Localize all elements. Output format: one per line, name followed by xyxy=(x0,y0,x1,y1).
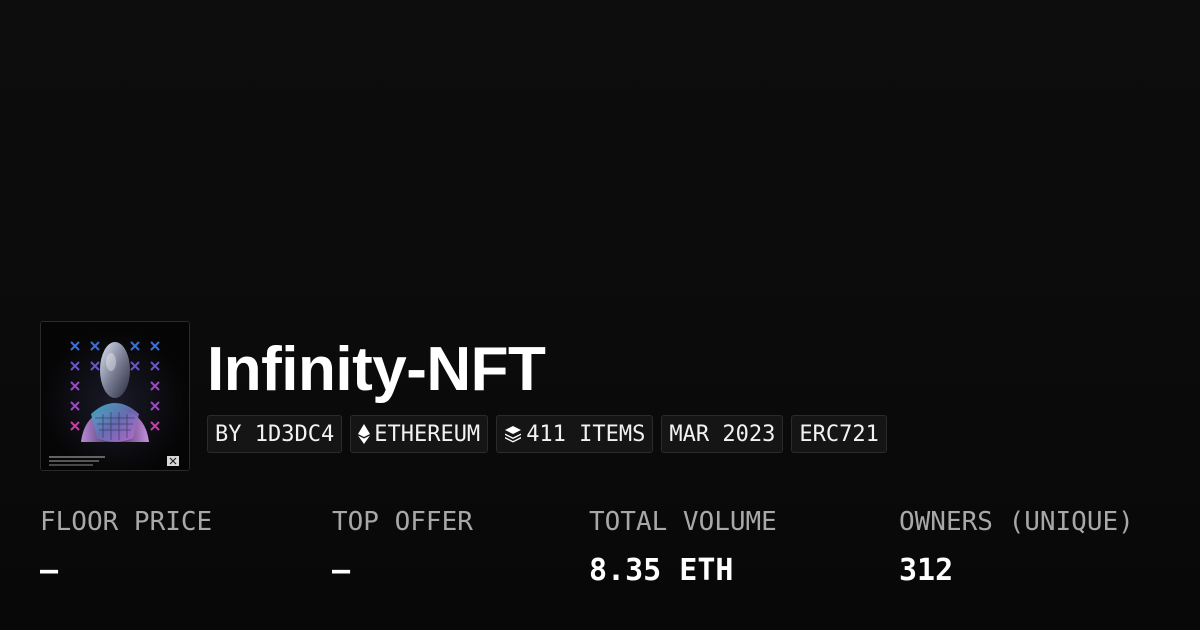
owners-value: 312 xyxy=(899,553,954,588)
items-label: 411 ITEMS xyxy=(526,421,646,447)
creator-tag[interactable]: BY 1D3DC4 xyxy=(207,415,343,453)
date-tag: MAR 2023 xyxy=(661,415,784,453)
floor-price-value: — xyxy=(40,553,59,588)
collection-info: Infinity-NFT BY 1D3DC4 ETHEREUM 411 ITEM… xyxy=(207,321,887,453)
nft-artwork-hooded-figure xyxy=(41,322,189,470)
items-tag[interactable]: 411 ITEMS xyxy=(496,415,654,453)
collection-stats: FLOOR PRICE — TOP OFFER — TOTAL VOLUME 8… xyxy=(0,505,1200,605)
stat-top-offer: TOP OFFER — xyxy=(332,505,473,589)
floor-price-label: FLOOR PRICE xyxy=(40,507,213,537)
collection-tags: BY 1D3DC4 ETHEREUM 411 ITEMS MAR 2023 ER… xyxy=(207,415,887,453)
collection-thumbnail[interactable] xyxy=(40,321,190,471)
chain-label: ETHEREUM xyxy=(374,421,481,447)
total-volume-value: 8.35 ETH xyxy=(589,553,734,588)
ethereum-icon xyxy=(358,424,371,444)
stat-owners: OWNERS (UNIQUE) 312 xyxy=(899,505,1134,589)
total-volume-label: TOTAL VOLUME xyxy=(589,507,777,537)
collection-title: Infinity-NFT xyxy=(207,335,546,404)
owners-label: OWNERS (UNIQUE) xyxy=(899,507,1134,537)
standard-tag: ERC721 xyxy=(791,415,887,453)
stat-floor-price: FLOOR PRICE — xyxy=(40,505,212,589)
stat-total-volume: TOTAL VOLUME 8.35 ETH xyxy=(589,505,777,589)
date-label: MAR 2023 xyxy=(669,421,776,447)
layers-icon xyxy=(504,425,522,443)
collection-header: Infinity-NFT BY 1D3DC4 ETHEREUM 411 ITEM… xyxy=(40,321,887,471)
chain-tag[interactable]: ETHEREUM xyxy=(350,415,489,453)
standard-label: ERC721 xyxy=(799,421,879,447)
top-offer-label: TOP OFFER xyxy=(332,507,473,537)
creator-label: BY 1D3DC4 xyxy=(215,421,335,447)
top-offer-value: — xyxy=(332,553,351,588)
